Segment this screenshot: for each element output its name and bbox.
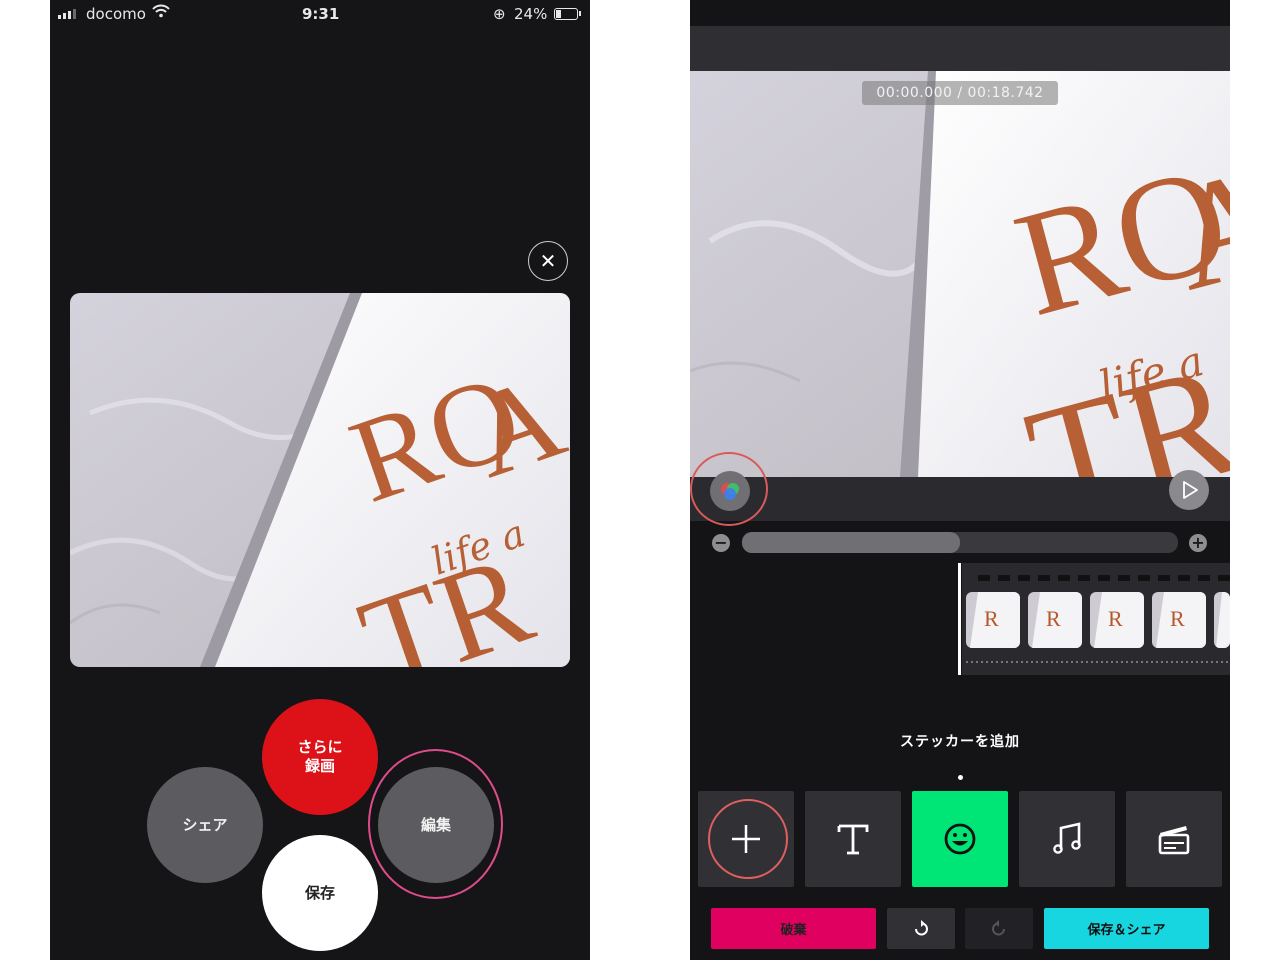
clip-thumbnail bbox=[1214, 592, 1230, 648]
wifi-icon bbox=[152, 4, 170, 18]
discard-button[interactable]: 破棄 bbox=[711, 908, 876, 949]
record-more-button[interactable]: さらに 録画 bbox=[262, 699, 378, 815]
redo-button[interactable] bbox=[965, 908, 1033, 949]
save-share-button[interactable]: 保存＆シェア bbox=[1044, 908, 1209, 949]
undo-button[interactable] bbox=[887, 908, 955, 949]
zoom-in-button[interactable]: + bbox=[1189, 534, 1207, 552]
redo-icon bbox=[992, 919, 1005, 935]
close-icon: ✕ bbox=[539, 249, 557, 273]
editor-top-bar bbox=[690, 26, 1230, 71]
save-button[interactable]: 保存 bbox=[262, 835, 378, 951]
record-complete-screen: docomo 9:31 ⊕ 24% ✕ RO A TR life a シェア さ… bbox=[50, 0, 590, 960]
preview-controls bbox=[690, 477, 1230, 521]
share-button[interactable]: シェア bbox=[147, 767, 263, 883]
battery-percent: 24% bbox=[514, 5, 548, 23]
zoom-slider[interactable] bbox=[742, 532, 1178, 553]
status-time: 9:31 bbox=[302, 5, 340, 23]
music-note-icon bbox=[1053, 822, 1081, 854]
svg-text:R: R bbox=[1108, 606, 1123, 631]
clapperboard-icon bbox=[1158, 826, 1190, 855]
video-preview[interactable]: RO A TR life a bbox=[70, 293, 570, 667]
clip-timeline[interactable]: R R R R bbox=[962, 563, 1230, 675]
timecode: 00:00.000 / 00:18.742 bbox=[862, 81, 1058, 105]
playhead[interactable] bbox=[958, 563, 961, 675]
svg-text:R: R bbox=[984, 606, 999, 631]
close-button[interactable]: ✕ bbox=[528, 241, 568, 281]
zoom-slider-fill bbox=[742, 532, 960, 553]
status-bar: docomo 9:31 ⊕ 24% bbox=[50, 0, 590, 28]
video-preview[interactable]: RO A TR life a bbox=[690, 71, 1230, 477]
svg-text:R: R bbox=[1170, 606, 1185, 631]
highlight-ring bbox=[708, 799, 788, 879]
signal-icon bbox=[58, 9, 76, 19]
tool-caption: ステッカーを追加 bbox=[900, 734, 1020, 750]
clip-thumbnails: R R R R bbox=[962, 592, 1230, 648]
highlight-ring bbox=[690, 452, 768, 526]
zoom-out-button[interactable]: − bbox=[712, 534, 730, 552]
book-photo: RO A TR life a bbox=[690, 71, 1230, 477]
audio-track-line bbox=[966, 661, 1230, 663]
music-tool-button[interactable] bbox=[1019, 791, 1115, 887]
clip-thumbnail: R bbox=[1028, 592, 1082, 648]
play-button[interactable] bbox=[1169, 470, 1209, 510]
clip-thumbnail: R bbox=[1152, 592, 1206, 648]
undo-icon bbox=[915, 919, 928, 935]
svg-text:R: R bbox=[1046, 606, 1061, 631]
clip-thumbnail: R bbox=[1090, 592, 1144, 648]
play-icon bbox=[1183, 481, 1198, 499]
page-indicator bbox=[958, 775, 963, 780]
clip-tool-button[interactable] bbox=[1126, 791, 1222, 887]
sticker-tool-button[interactable] bbox=[912, 791, 1008, 887]
text-tool-button[interactable] bbox=[805, 791, 901, 887]
smiley-icon bbox=[944, 823, 976, 855]
battery-icon bbox=[554, 8, 578, 20]
rotation-lock-icon: ⊕ bbox=[493, 5, 506, 23]
film-sprockets bbox=[978, 575, 1230, 581]
carrier-name: docomo bbox=[86, 5, 146, 23]
book-photo: RO A TR life a bbox=[70, 293, 570, 667]
highlight-ring bbox=[368, 749, 503, 899]
text-icon bbox=[837, 824, 869, 855]
clip-thumbnail: R bbox=[966, 592, 1020, 648]
editor-screen: RO A TR life a 00:00.000 / 00:18.742 − +… bbox=[690, 0, 1230, 960]
